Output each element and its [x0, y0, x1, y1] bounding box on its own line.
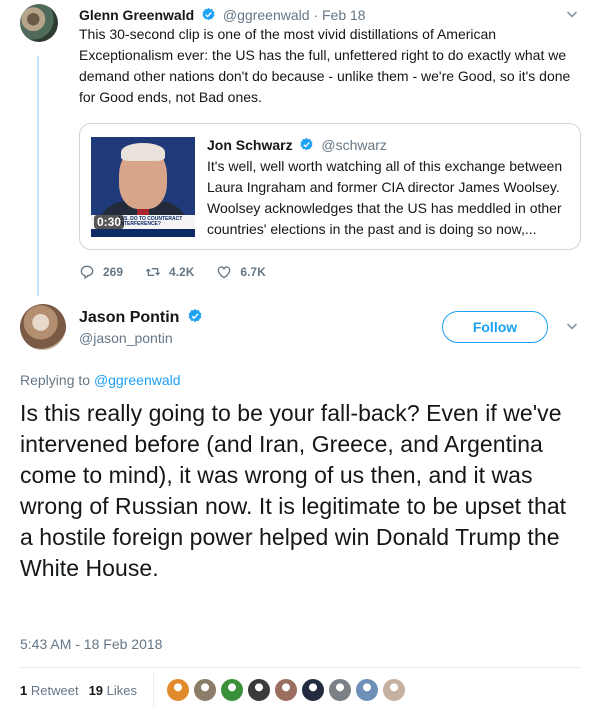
stats-divider — [20, 667, 580, 668]
liker-avatar[interactable] — [328, 678, 352, 702]
parent-tweet-header: Glenn Greenwald @ggreenwald · Feb 18 — [79, 6, 366, 24]
video-thumbnail[interactable]: U.S. DO TO COUNTERACT INTERFERENCE? 0:30 — [91, 137, 195, 237]
replying-to-prefix: Replying to — [20, 372, 94, 388]
author-avatar[interactable] — [20, 304, 66, 350]
quoted-author-name: Jon Schwarz — [207, 137, 293, 153]
like-stat-count: 19 — [89, 683, 103, 698]
quoted-tweet-header: Jon Schwarz @schwarz — [207, 136, 387, 154]
verified-badge-icon — [201, 7, 216, 22]
retweet-count: 4.2K — [169, 265, 194, 279]
author-handle[interactable]: @jason_pontin — [79, 329, 173, 347]
retweet-icon — [145, 264, 161, 280]
parent-date-separator: · — [313, 7, 322, 23]
quoted-tweet-text: It's well, well worth watching all of th… — [207, 156, 572, 240]
stats-separator — [153, 673, 154, 707]
thread-connector-line — [37, 56, 39, 296]
verified-badge-icon — [299, 137, 314, 152]
replying-to-handle-link[interactable]: @ggreenwald — [94, 372, 181, 388]
replying-to-line: Replying to @ggreenwald — [20, 371, 181, 389]
parent-author-avatar[interactable] — [20, 4, 58, 42]
liker-avatar[interactable] — [166, 678, 190, 702]
verified-badge-icon — [187, 308, 203, 324]
reply-action[interactable]: 269 — [79, 264, 123, 280]
retweet-stat-label: Retweet — [31, 683, 79, 698]
thumbnail-chyron-bar — [91, 229, 195, 237]
liker-avatar[interactable] — [247, 678, 271, 702]
parent-action-bar: 269 4.2K 6.7K — [79, 261, 288, 283]
tweet-text: Is this really going to be your fall-bac… — [20, 398, 585, 584]
liker-avatar[interactable] — [220, 678, 244, 702]
tweet-timestamp[interactable]: 5:43 AM - 18 Feb 2018 — [20, 635, 162, 653]
thumbnail-figure-hair — [121, 143, 165, 161]
reply-count: 269 — [103, 265, 123, 279]
video-duration-badge: 0:30 — [94, 215, 124, 229]
tweet-stats: 1 Retweet 19 Likes — [20, 680, 409, 700]
like-action[interactable]: 6.7K — [216, 264, 265, 280]
liker-avatar[interactable] — [193, 678, 217, 702]
like-count: 6.7K — [240, 265, 265, 279]
reply-icon — [79, 264, 95, 280]
retweet-stat-count: 1 — [20, 683, 27, 698]
retweet-stat[interactable]: 1 Retweet — [20, 683, 79, 698]
thumbnail-chyron-text: U.S. DO TO COUNTERACT INTERFERENCE? — [119, 217, 193, 227]
liker-avatar[interactable] — [301, 678, 325, 702]
parent-author-handle[interactable]: @ggreenwald — [223, 7, 310, 23]
like-stat-label: Likes — [107, 683, 137, 698]
author-name[interactable]: Jason Pontin — [79, 308, 206, 328]
like-icon — [216, 264, 232, 280]
liker-avatars — [166, 678, 409, 702]
author-name-text: Jason Pontin — [79, 309, 179, 326]
chevron-down-icon[interactable] — [566, 8, 578, 20]
parent-author-name[interactable]: Glenn Greenwald — [79, 7, 194, 23]
liker-avatar[interactable] — [355, 678, 379, 702]
parent-tweet-text: This 30-second clip is one of the most v… — [79, 24, 579, 108]
liker-avatar[interactable] — [274, 678, 298, 702]
quoted-tweet-card[interactable]: U.S. DO TO COUNTERACT INTERFERENCE? 0:30… — [79, 123, 581, 250]
quoted-author-handle: @schwarz — [321, 137, 387, 153]
chevron-down-icon[interactable] — [566, 320, 578, 332]
retweet-action[interactable]: 4.2K — [145, 264, 194, 280]
liker-avatar[interactable] — [382, 678, 406, 702]
like-stat[interactable]: 19 Likes — [89, 683, 137, 698]
follow-button[interactable]: Follow — [442, 311, 548, 343]
parent-tweet-date[interactable]: Feb 18 — [322, 7, 366, 23]
